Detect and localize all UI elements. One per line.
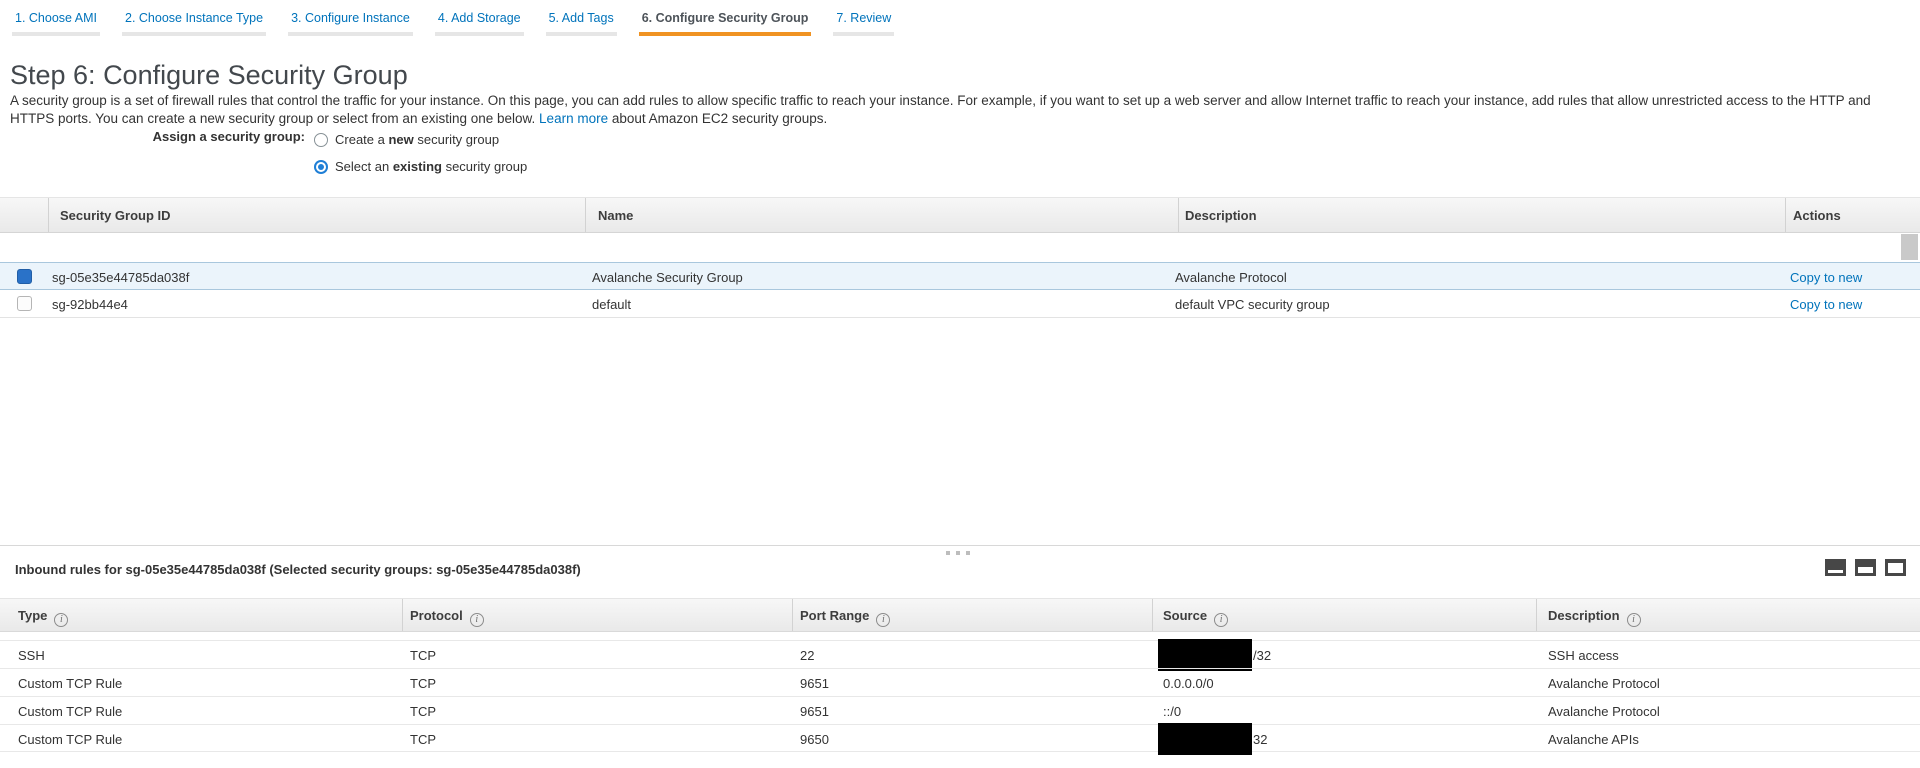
- learn-more-link[interactable]: Learn more: [539, 111, 608, 126]
- wizard-tabs: 1. Choose AMI 2. Choose Instance Type 3.…: [0, 0, 894, 36]
- cell-type: Custom TCP Rule: [18, 704, 122, 719]
- cell-source: 0.0.0.0/0: [1163, 676, 1214, 691]
- inbound-rules-title: Inbound rules for sg-05e35e44785da038f (…: [15, 562, 581, 577]
- cell-rule-description: Avalanche Protocol: [1548, 704, 1660, 719]
- header-type: Typei: [18, 608, 68, 627]
- redacted-ip-block: [1158, 639, 1252, 671]
- cell-protocol: TCP: [410, 676, 436, 691]
- page-title: Step 6: Configure Security Group: [10, 60, 408, 91]
- header-port-range: Port Rangei: [800, 608, 890, 627]
- redacted-ip-block: [1158, 723, 1252, 755]
- cell-group-name: default: [592, 297, 631, 312]
- cell-protocol: TCP: [410, 704, 436, 719]
- copy-to-new-link[interactable]: Copy to new: [1790, 270, 1862, 285]
- security-group-row[interactable]: sg-92bb44e4 default default VPC security…: [0, 290, 1920, 318]
- cell-type: SSH: [18, 648, 45, 663]
- header-protocol: Protocoli: [410, 608, 484, 627]
- header-source: Sourcei: [1163, 608, 1228, 627]
- copy-to-new-link[interactable]: Copy to new: [1790, 297, 1862, 312]
- cell-group-description: Avalanche Protocol: [1175, 270, 1287, 285]
- tab-configure-security-group[interactable]: 6. Configure Security Group: [639, 0, 812, 36]
- inbound-rule-row: Custom TCP Rule TCP 9651 0.0.0.0/0 Avala…: [0, 668, 1920, 696]
- inbound-rules-table-header: Typei Protocoli Port Rangei Sourcei Desc…: [0, 598, 1920, 632]
- tab-choose-ami[interactable]: 1. Choose AMI: [12, 0, 100, 36]
- cell-rule-description: Avalanche Protocol: [1548, 676, 1660, 691]
- column-divider: [1178, 198, 1179, 232]
- panel-size-small-icon[interactable]: [1825, 559, 1846, 576]
- description-suffix: about Amazon EC2 security groups.: [612, 111, 827, 126]
- cell-type: Custom TCP Rule: [18, 676, 122, 691]
- cell-source: 32: [1158, 732, 1267, 747]
- cell-port-range: 9651: [800, 704, 829, 719]
- description-text: A security group is a set of firewall ru…: [10, 93, 1871, 126]
- security-group-row[interactable]: sg-05e35e44785da038f Avalanche Security …: [0, 262, 1920, 290]
- info-icon[interactable]: i: [1214, 613, 1228, 627]
- header-security-group-id: Security Group ID: [60, 208, 171, 223]
- tab-add-tags[interactable]: 5. Add Tags: [546, 0, 617, 36]
- radio-select-existing-group[interactable]: Select an existing security group: [314, 153, 527, 180]
- info-icon[interactable]: i: [54, 613, 68, 627]
- column-divider: [585, 198, 586, 232]
- assign-security-group-label: Assign a security group:: [0, 129, 305, 144]
- tab-configure-instance[interactable]: 3. Configure Instance: [288, 0, 413, 36]
- cell-type: Custom TCP Rule: [18, 732, 122, 747]
- info-icon[interactable]: i: [876, 613, 890, 627]
- radio-label: Create a new security group: [335, 132, 499, 147]
- assign-security-group-options: Create a new security group Select an ex…: [314, 126, 527, 180]
- cell-group-id: sg-05e35e44785da038f: [52, 270, 189, 285]
- cell-rule-description: SSH access: [1548, 648, 1619, 663]
- cell-group-description: default VPC security group: [1175, 297, 1330, 312]
- checkbox-checked-icon[interactable]: [17, 269, 32, 284]
- info-icon[interactable]: i: [470, 613, 484, 627]
- cell-rule-description: Avalanche APIs: [1548, 732, 1639, 747]
- cell-source: ::/0: [1163, 704, 1181, 719]
- cell-protocol: TCP: [410, 732, 436, 747]
- cell-port-range: 22: [800, 648, 814, 663]
- info-icon[interactable]: i: [1627, 613, 1641, 627]
- tab-add-storage[interactable]: 4. Add Storage: [435, 0, 524, 36]
- cell-group-id: sg-92bb44e4: [52, 297, 128, 312]
- header-rule-description: Descriptioni: [1548, 608, 1641, 627]
- panel-size-medium-icon[interactable]: [1855, 559, 1876, 576]
- radio-checked-icon[interactable]: [314, 160, 328, 174]
- cell-protocol: TCP: [410, 648, 436, 663]
- column-divider: [1536, 599, 1537, 631]
- cell-port-range: 9651: [800, 676, 829, 691]
- table-size-toggles: [1825, 559, 1906, 576]
- radio-create-new-group[interactable]: Create a new security group: [314, 126, 527, 153]
- column-divider: [792, 599, 793, 631]
- column-divider: [1785, 198, 1786, 232]
- radio-label: Select an existing security group: [335, 159, 527, 174]
- panel-size-large-icon[interactable]: [1885, 559, 1906, 576]
- inbound-rule-row: SSH TCP 22 /32 SSH access: [0, 640, 1920, 668]
- cell-port-range: 9650: [800, 732, 829, 747]
- security-groups-table-header: Security Group ID Name Description Actio…: [0, 197, 1920, 233]
- tab-review[interactable]: 7. Review: [833, 0, 894, 36]
- cell-source: /32: [1158, 648, 1271, 663]
- drag-handle-dots-icon[interactable]: [946, 551, 970, 555]
- cell-group-name: Avalanche Security Group: [592, 270, 743, 285]
- column-divider: [48, 198, 49, 232]
- column-divider: [1152, 599, 1153, 631]
- page-description: A security group is a set of firewall ru…: [10, 92, 1912, 128]
- inbound-rule-row: Custom TCP Rule TCP 9650 32 Avalanche AP…: [0, 724, 1920, 752]
- header-name: Name: [598, 208, 633, 223]
- scrollbar-thumb[interactable]: [1901, 234, 1918, 260]
- checkbox-unchecked-icon[interactable]: [17, 296, 32, 311]
- panel-divider: [0, 545, 1920, 546]
- column-divider: [402, 599, 403, 631]
- radio-unchecked-icon[interactable]: [314, 133, 328, 147]
- inbound-rule-row: Custom TCP Rule TCP 9651 ::/0 Avalanche …: [0, 696, 1920, 724]
- header-actions: Actions: [1793, 208, 1841, 223]
- tab-choose-instance-type[interactable]: 2. Choose Instance Type: [122, 0, 266, 36]
- header-description: Description: [1185, 208, 1257, 223]
